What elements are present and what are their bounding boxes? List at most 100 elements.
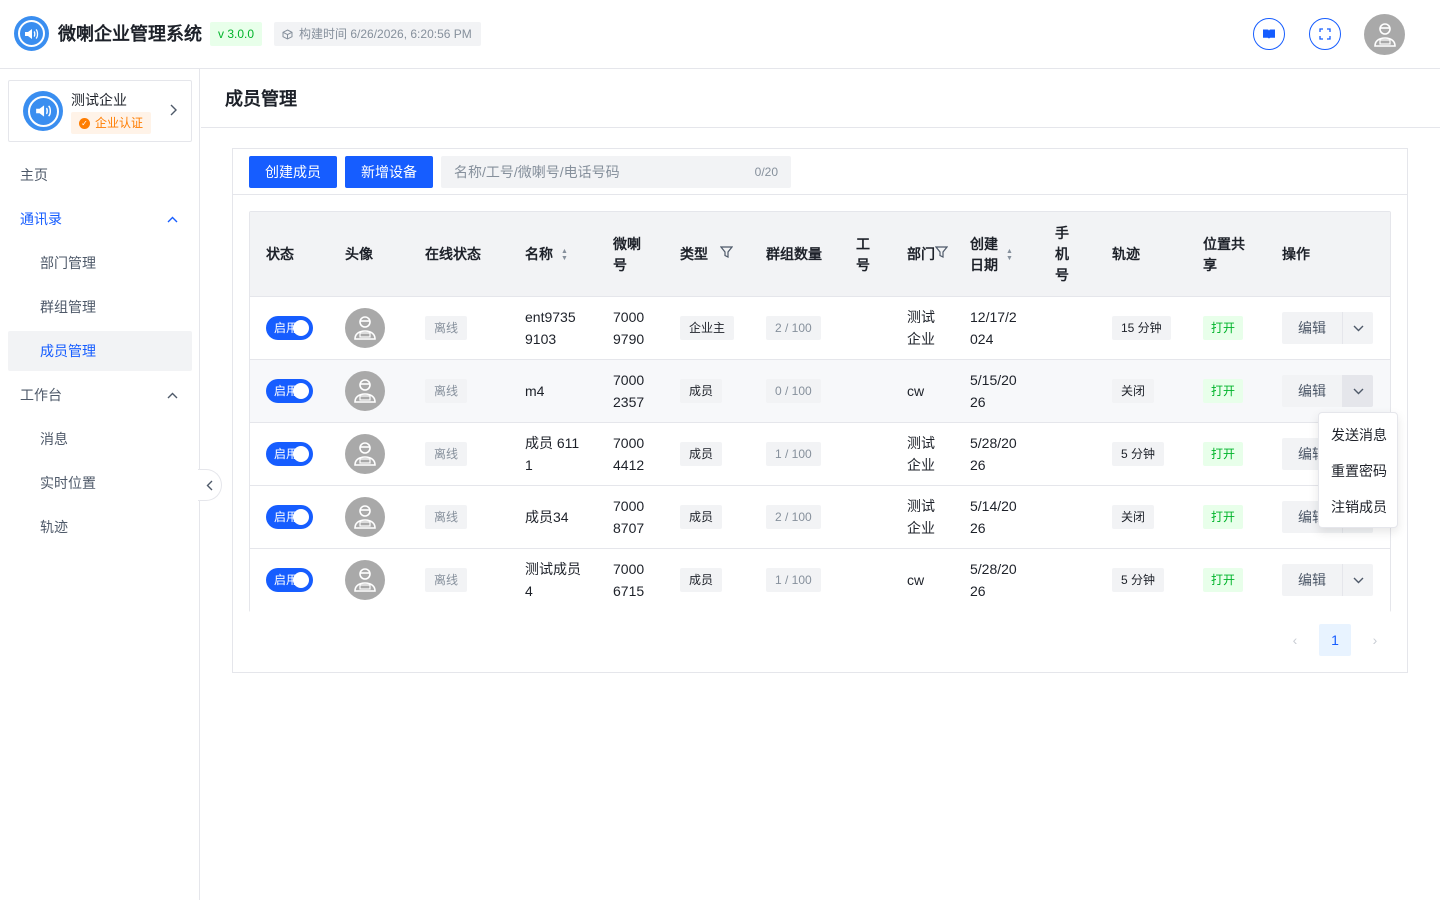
member-table: 状态 头像 在线状态 名称 ▲ ▼ 微喇号 类型 群组数量 工号 部门 创建 日… [249,211,1391,612]
pagination-prev[interactable]: ‹ [1279,624,1311,656]
dept-l1: cw [907,383,925,399]
worker-avatar-icon [354,568,376,592]
enterprise-card[interactable]: 测试企业 ✓ 企业认证 [8,80,192,142]
menu-workbench-label: 工作台 [20,387,62,403]
filter-icon[interactable] [719,244,734,265]
docs-button[interactable] [1253,18,1285,50]
weila-id-l1: 7000 [613,372,645,388]
member-name-l2: 1 [525,457,533,473]
app-title: 微喇企业管理系统 [58,24,202,44]
online-status-tag: 离线 [425,568,468,592]
filter-icon[interactable] [934,244,949,265]
dept-l1: 测试 [907,309,935,325]
created-date-l2: 26 [970,520,986,536]
dropdown-deactivate-member[interactable]: 注销成员 [1319,489,1397,525]
dept-l1: 测试 [907,498,935,514]
pagination-page-1[interactable]: 1 [1319,624,1351,656]
member-name-l1: 成员34 [525,509,569,525]
col-phone: 手机号 [1055,212,1069,297]
edit-button[interactable]: 编辑 [1282,564,1342,596]
dropdown-reset-password[interactable]: 重置密码 [1319,453,1397,489]
speaker-icon [25,28,39,39]
speaker-icon [35,105,51,117]
menu-home[interactable]: 主页 [8,155,192,195]
menu-location[interactable]: 实时位置 [8,463,192,503]
more-actions-button[interactable] [1342,375,1373,407]
worker-avatar-icon [354,505,376,529]
menu-contacts-label: 通讯录 [20,211,62,227]
sort-icon[interactable]: ▲ ▼ [1006,248,1013,262]
cube-icon [282,28,293,40]
sort-icon[interactable]: ▲ ▼ [561,248,568,262]
track-interval-tag: 关闭 [1112,505,1155,529]
table-row: 启用 离线 ent9735 9103 7000 9790 企业主 2 / 100 测试 企业 12/… [250,297,1390,360]
status-switch[interactable]: 启用 [266,316,313,340]
member-name-l1: m4 [525,383,545,399]
col-name-label: 名称 [525,246,553,262]
search-input[interactable] [441,156,741,188]
more-actions-button[interactable] [1342,312,1373,344]
more-actions-button[interactable] [1342,564,1373,596]
status-switch[interactable]: 启用 [266,505,313,529]
created-date-l1: 5/14/20 [970,498,1017,514]
divider [233,194,1407,195]
dept-l2: 企业 [907,520,935,536]
menu-dept[interactable]: 部门管理 [8,243,192,283]
dropdown-send-message[interactable]: 发送消息 [1319,417,1397,453]
edit-button[interactable]: 编辑 [1282,375,1342,407]
status-switch[interactable]: 启用 [266,379,313,403]
col-name[interactable]: 名称 ▲ ▼ [525,212,568,297]
member-name-l1: ent9735 [525,309,576,325]
pagination-next[interactable]: › [1359,624,1391,656]
fullscreen-button[interactable] [1309,18,1341,50]
col-created-l1: 创建 [970,235,998,252]
user-avatar[interactable] [1364,14,1405,55]
status-switch[interactable]: 启用 [266,568,313,592]
menu-member[interactable]: 成员管理 [8,331,192,371]
online-status-tag: 离线 [425,379,468,403]
app-logo [14,16,49,51]
edit-button[interactable]: 编辑 [1282,312,1342,344]
create-member-button[interactable]: 创建成员 [249,156,337,188]
group-count-tag: 0 / 100 [766,379,821,403]
dept-l1: 测试 [907,435,935,451]
member-name-l1: 成员 611 [525,435,580,451]
page-header: 成员管理 [201,69,1440,128]
more-actions-dropdown: 发送消息 重置密码 注销成员 [1318,412,1398,528]
worker-avatar-icon [354,379,376,403]
page-title: 成员管理 [225,89,297,109]
menu-group[interactable]: 群组管理 [8,287,192,327]
col-groups: 群组数量 [766,246,822,262]
col-type[interactable]: 类型 [680,212,734,297]
worker-avatar-icon [354,316,376,340]
table-row: 启用 离线 成员 611 1 7000 4412 成员 1 / 100 测试 企业 5/28/20 2… [250,423,1390,486]
sidebar-collapse-button[interactable] [198,469,222,501]
col-type-label: 类型 [680,246,708,262]
col-created[interactable]: 创建 日期 ▲ ▼ [970,212,1013,297]
col-weila: 微喇号 [613,212,641,297]
menu-track[interactable]: 轨迹 [8,507,192,547]
col-loc-l1: 位置共 [1203,235,1245,252]
menu-workbench[interactable]: 工作台 [8,375,192,415]
member-avatar [345,560,385,600]
dept-l2: 企业 [907,457,935,473]
member-panel: 创建成员 新增设备 0/20 状态 头像 在线状态 名称 ▲▼ 微喇号 类型 群… [232,148,1408,673]
chevron-right-icon [169,103,177,119]
menu-contacts[interactable]: 通讯录 [8,199,192,239]
status-switch[interactable]: 启用 [266,442,313,466]
menu-message[interactable]: 消息 [8,419,192,459]
col-weila-l2: 号 [613,256,627,273]
add-device-button[interactable]: 新增设备 [345,156,433,188]
chevron-down-icon [1353,577,1363,583]
member-name-l1: 测试成员 [525,561,581,577]
search-char-count: 0/20 [754,165,778,179]
chevron-up-icon [167,199,178,239]
col-dept-label: 部门 [907,246,935,262]
table-row: 启用 离线 测试成员 4 7000 6715 成员 1 / 100 cw 5/28/20 26 5 分… [250,549,1390,612]
track-interval-tag: 15 分钟 [1112,316,1171,340]
col-dept[interactable]: 部门 [907,212,949,297]
version-tag: v 3.0.0 [210,22,263,46]
chevron-down-icon [1353,325,1363,331]
dept-l1: cw [907,572,925,588]
col-status: 状态 [266,246,294,262]
